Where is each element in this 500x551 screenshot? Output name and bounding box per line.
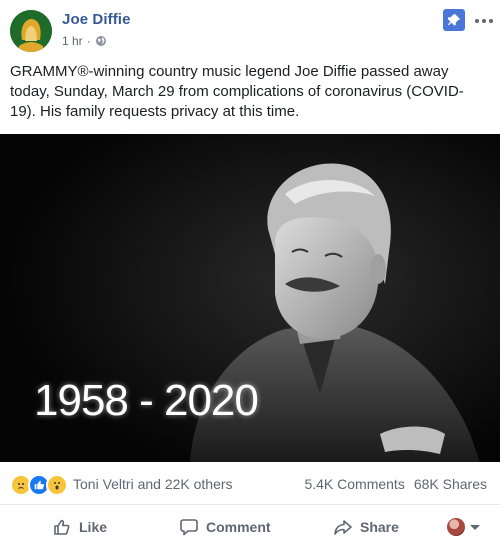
memorial-years: 1958 - 2020 — [34, 376, 259, 425]
like-button[interactable]: Like — [52, 505, 107, 549]
memorial-photo[interactable]: 1958 - 2020 — [0, 134, 500, 462]
comment-button[interactable]: Comment — [179, 505, 271, 549]
page-name-link[interactable]: Joe Diffie — [62, 11, 131, 28]
facebook-post: Joe Diffie 1 hr · GRAMMY®-winning countr… — [0, 0, 500, 551]
like-label: Like — [79, 519, 108, 535]
post-header: Joe Diffie 1 hr · — [0, 0, 500, 60]
globe-icon[interactable] — [95, 35, 107, 47]
reaction-icons[interactable] — [10, 474, 68, 496]
reactors-link[interactable]: Toni Veltri and 22K others — [73, 476, 233, 492]
shares-count[interactable]: 68K Shares — [414, 476, 487, 492]
more-options-icon[interactable] — [472, 12, 496, 30]
reactions-bar: Toni Veltri and 22K others 5.4K Comments… — [0, 462, 500, 505]
like-icon — [54, 519, 70, 535]
comment-icon — [180, 519, 198, 536]
share-icon — [334, 520, 352, 535]
engagement-counts: 5.4K Comments 68K Shares — [304, 476, 487, 492]
share-label: Share — [360, 519, 399, 535]
post-text: GRAMMY®-winning country music legend Joe… — [10, 63, 464, 120]
meta-separator: · — [86, 34, 91, 48]
pin-icon[interactable] — [443, 9, 465, 31]
post-timestamp[interactable]: 1 hr — [62, 34, 83, 48]
viewer-identity-selector[interactable] — [447, 518, 480, 536]
comments-count[interactable]: 5.4K Comments — [304, 476, 404, 492]
page-avatar-image — [10, 10, 52, 52]
chevron-down-icon — [470, 524, 480, 530]
post-meta: 1 hr · — [62, 34, 107, 48]
page-avatar[interactable] — [10, 10, 52, 52]
comment-label: Comment — [206, 519, 271, 535]
wow-reaction-icon — [46, 474, 68, 496]
share-button[interactable]: Share — [333, 505, 399, 549]
post-actions: Like Comment Share — [0, 505, 500, 549]
viewer-avatar — [447, 518, 465, 536]
